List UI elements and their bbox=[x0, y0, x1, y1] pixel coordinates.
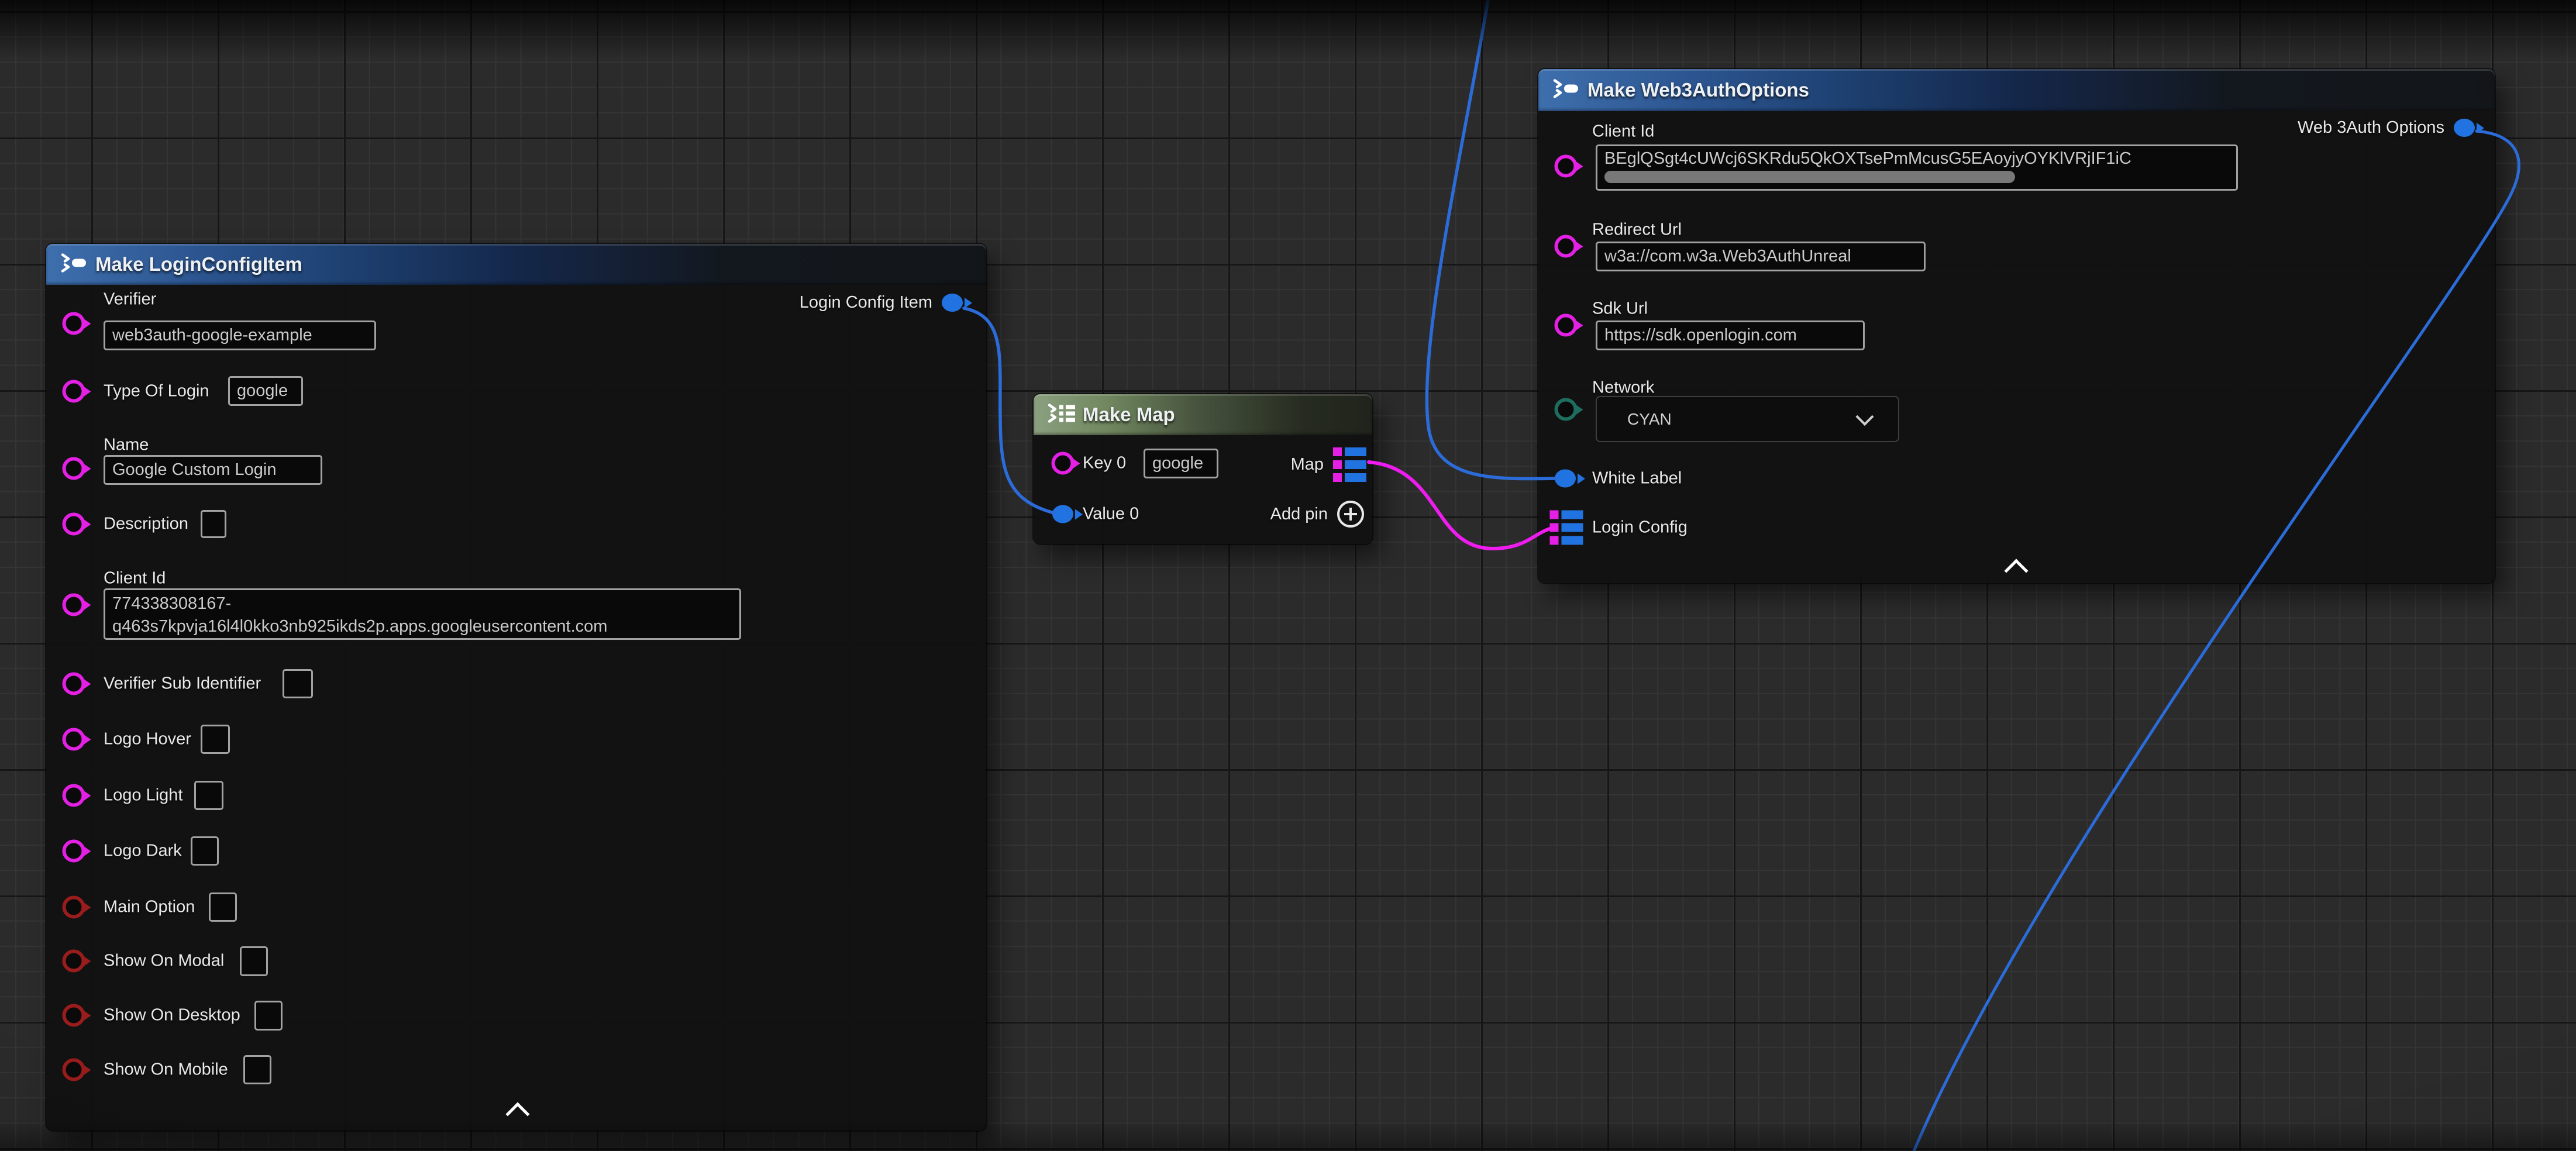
node-header[interactable]: Make Map bbox=[1034, 394, 1372, 435]
output-login-config-item: Login Config Item bbox=[800, 293, 963, 312]
pin-label-name: Name bbox=[104, 436, 149, 455]
show-on-mobile-pin[interactable] bbox=[63, 1059, 85, 1081]
add-pin-icon[interactable] bbox=[1337, 501, 1364, 528]
output-web3auth-options: Web 3Auth Options bbox=[2298, 118, 2475, 137]
map-output-pin[interactable] bbox=[1333, 447, 1366, 482]
pin-label-verifier-sub-identifier: Verifier Sub Identifier bbox=[104, 674, 261, 694]
client-id-value: BEglQSgt4cUWcj6SKRdu5QkOXTsePmMcusG5EAoy… bbox=[1604, 149, 2131, 168]
name-pin[interactable] bbox=[63, 457, 85, 480]
network-dropdown[interactable]: CYAN bbox=[1596, 396, 1899, 442]
description-pin[interactable] bbox=[63, 513, 85, 536]
show-on-modal-pin[interactable] bbox=[63, 950, 85, 973]
node-make-loginconfigitem[interactable]: Make LoginConfigItem Login Config Item V… bbox=[46, 244, 986, 1131]
pin-label-logo-light: Logo Light bbox=[104, 786, 182, 805]
verifier-sub-identifier-field[interactable] bbox=[283, 669, 313, 698]
output-pin-label: Login Config Item bbox=[800, 293, 932, 312]
horizontal-scrollbar[interactable] bbox=[1604, 171, 2015, 183]
redirect-url-pin[interactable] bbox=[1555, 235, 1578, 258]
pin-label-value-0: Value 0 bbox=[1083, 505, 1139, 524]
make-map-icon bbox=[1046, 402, 1077, 428]
logo-light-pin[interactable] bbox=[63, 784, 85, 807]
make-struct-icon bbox=[1551, 78, 1579, 102]
node-make-web3authoptions[interactable]: Make Web3AuthOptions Web 3Auth Options C… bbox=[1538, 69, 2495, 583]
show-on-mobile-checkbox[interactable] bbox=[243, 1055, 271, 1084]
client-id-pin[interactable] bbox=[63, 594, 85, 616]
show-on-desktop-checkbox[interactable] bbox=[254, 1001, 283, 1031]
pin-label-show-on-modal: Show On Modal bbox=[104, 952, 224, 971]
pin-label-client-id: Client Id bbox=[104, 569, 166, 588]
key-0-pin[interactable] bbox=[1052, 452, 1075, 475]
main-option-pin[interactable] bbox=[63, 896, 85, 919]
pin-label-redirect-url: Redirect Url bbox=[1592, 220, 1682, 240]
network-selected-value: CYAN bbox=[1627, 410, 1672, 429]
pin-label-logo-hover: Logo Hover bbox=[104, 730, 191, 749]
verifier-field[interactable]: web3auth-google-example bbox=[104, 321, 376, 350]
sdk-url-field[interactable]: https://sdk.openlogin.com bbox=[1596, 321, 1865, 350]
type-of-login-pin[interactable] bbox=[63, 380, 85, 403]
add-pin-label: Add pin bbox=[1270, 505, 1328, 524]
logo-dark-pin[interactable] bbox=[63, 840, 85, 863]
chevron-down-icon bbox=[1855, 408, 1874, 426]
client-id-field[interactable]: BEglQSgt4cUWcj6SKRdu5QkOXTsePmMcusG5EAoy… bbox=[1596, 144, 2238, 191]
key-0-field[interactable]: google bbox=[1144, 449, 1218, 478]
node-header[interactable]: Make Web3AuthOptions bbox=[1538, 69, 2495, 111]
client-id-line-1: 774338308167- bbox=[112, 592, 732, 615]
pin-label-sdk-url: Sdk Url bbox=[1592, 299, 1648, 319]
pin-label-description: Description bbox=[104, 515, 188, 534]
pin-label-white-label: White Label bbox=[1592, 469, 1682, 488]
show-on-desktop-pin[interactable] bbox=[63, 1004, 85, 1027]
logo-dark-field[interactable] bbox=[191, 836, 219, 866]
pin-label-network: Network bbox=[1592, 378, 1654, 398]
value-0-pin[interactable] bbox=[1052, 505, 1073, 523]
redirect-url-field[interactable]: w3a://com.w3a.Web3AuthUnreal bbox=[1596, 242, 1926, 271]
type-of-login-field[interactable]: google bbox=[228, 376, 303, 406]
logo-light-field[interactable] bbox=[194, 781, 223, 810]
logo-hover-field[interactable] bbox=[201, 725, 230, 754]
name-field[interactable]: Google Custom Login bbox=[104, 455, 322, 485]
client-id-pin[interactable] bbox=[1555, 155, 1578, 178]
pin-label-login-config: Login Config bbox=[1592, 518, 1688, 537]
blueprint-graph-canvas[interactable]: Make LoginConfigItem Login Config Item V… bbox=[0, 0, 2576, 1151]
output-pin-label: Web 3Auth Options bbox=[2298, 118, 2444, 137]
pin-label-show-on-mobile: Show On Mobile bbox=[104, 1060, 228, 1080]
node-title: Make Map bbox=[1083, 404, 1175, 426]
pin-label-type-of-login: Type Of Login bbox=[104, 382, 209, 401]
main-option-checkbox[interactable] bbox=[209, 892, 237, 922]
add-pin-row[interactable]: Add pin bbox=[1270, 501, 1364, 528]
pin-label-logo-dark: Logo Dark bbox=[104, 842, 182, 861]
client-id-field[interactable]: 774338308167- q463s7kpvja16l4l0kko3nb925… bbox=[104, 588, 741, 640]
login-config-item-pin[interactable] bbox=[942, 294, 963, 312]
verifier-pin[interactable] bbox=[63, 312, 85, 335]
verifier-sub-identifier-pin[interactable] bbox=[63, 673, 85, 695]
node-title: Make Web3AuthOptions bbox=[1587, 79, 1809, 101]
network-pin[interactable] bbox=[1555, 398, 1578, 421]
client-id-line-2: q463s7kpvja16l4l0kko3nb925ikds2p.apps.go… bbox=[112, 615, 732, 638]
logo-hover-pin[interactable] bbox=[63, 728, 85, 751]
output-map: Map bbox=[1291, 447, 1366, 482]
pin-label-key-0: Key 0 bbox=[1083, 454, 1126, 473]
sdk-url-pin[interactable] bbox=[1555, 314, 1578, 337]
node-make-map[interactable]: Make Map Key 0 google Map Value 0 Add pi… bbox=[1034, 394, 1372, 544]
web3auth-options-pin[interactable] bbox=[2454, 119, 2475, 137]
show-on-modal-checkbox[interactable] bbox=[240, 946, 268, 976]
node-title: Make LoginConfigItem bbox=[95, 253, 302, 275]
map-pin-label: Map bbox=[1291, 455, 1324, 474]
make-struct-icon bbox=[59, 253, 87, 277]
pin-label-main-option: Main Option bbox=[104, 898, 195, 917]
pin-label-verifier: Verifier bbox=[104, 290, 156, 309]
node-body bbox=[46, 285, 986, 1131]
description-field[interactable] bbox=[201, 510, 226, 538]
node-header[interactable]: Make LoginConfigItem bbox=[46, 244, 986, 285]
pin-label-show-on-desktop: Show On Desktop bbox=[104, 1006, 240, 1025]
pin-label-client-id: Client Id bbox=[1592, 122, 1654, 142]
